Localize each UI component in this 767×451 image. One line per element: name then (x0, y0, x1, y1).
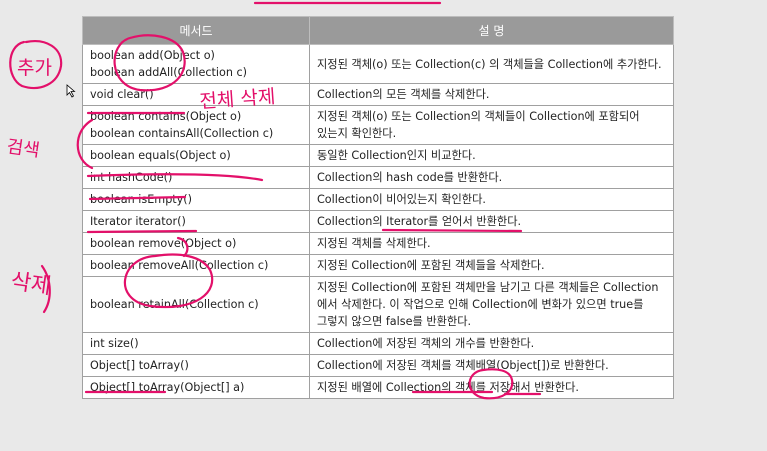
method-signature: boolean contains(Object o) (90, 110, 242, 123)
delete-bracket (40, 264, 51, 314)
table-row: Object[] toArray() Collection에 저장된 객체를 객체… (82, 354, 674, 377)
method-cell: boolean isEmpty() (82, 188, 310, 211)
method-description: 지정된 객체(o) 또는 Collection(c) 의 객체들을 Collec… (317, 57, 662, 71)
method-description: 지정된 배열에 Collection의 객체를 저장해서 반환한다. (317, 381, 579, 394)
table-row: Object[] toArray(Object[] a) 지정된 배열에 Coll… (82, 376, 674, 399)
method-signature: Object[] toArray(Object[] a) (90, 381, 245, 394)
description-cell: Collection이 비어있는지 확인한다. (309, 188, 674, 211)
method-description: Collection의 모든 객체를 삭제한다. (317, 88, 490, 101)
table-row: Iterator iterator() Collection의 Iterator를… (82, 210, 674, 233)
description-cell: Collection의 hash code를 반환한다. (309, 166, 674, 189)
description-cell: 지정된 Collection에 포함된 객체만을 남기고 다른 객체들은 Col… (309, 276, 674, 333)
delete-note: 삭제 (9, 269, 53, 299)
table-row: boolean retainAll(Collection c) 지정된 Colle… (82, 276, 674, 333)
table-row: boolean contains(Object o) boolean contai… (82, 105, 674, 145)
table-row: int hashCode() Collection의 hash code를 반환한… (82, 166, 674, 189)
description-cell: 지정된 Collection에 포함된 객체들을 삭제한다. (309, 254, 674, 277)
method-cell: Iterator iterator() (82, 210, 310, 233)
method-column-header: 메서드 (82, 16, 310, 45)
table-row: boolean removeAll(Collection c) 지정된 Colle… (82, 254, 674, 277)
table-row: boolean isEmpty() Collection이 비어있는지 확인한다. (82, 188, 674, 211)
description-column-header: 설 명 (309, 16, 674, 45)
description-cell: 지정된 객체(o) 또는 Collection의 객체들이 Collection… (309, 105, 674, 145)
method-description: Collection의 Iterator를 얻어서 반환한다. (317, 215, 522, 228)
method-signature: boolean retainAll(Collection c) (90, 298, 259, 311)
method-cell: boolean contains(Object o) boolean contai… (82, 105, 310, 145)
method-signature: boolean containsAll(Collection c) (90, 127, 274, 140)
method-cell: boolean equals(Object o) (82, 144, 310, 167)
table-row: boolean equals(Object o) 동일한 Collection인지… (82, 144, 674, 167)
method-cell: void clear() (82, 83, 310, 106)
method-signature: boolean remove(Object o) (90, 237, 237, 250)
description-cell: 지정된 객체(o) 또는 Collection(c) 의 객체들을 Collec… (309, 44, 674, 84)
table-row: int size() Collection에 저장된 객체의 개수를 반환한다. (82, 332, 674, 355)
description-cell: Collection의 모든 객체를 삭제한다. (309, 83, 674, 106)
method-cell: Object[] toArray(Object[] a) (82, 376, 310, 399)
method-description: Collection에 저장된 객체의 개수를 반환한다. (317, 337, 535, 350)
description-cell: Collection의 Iterator를 얻어서 반환한다. (309, 210, 674, 233)
method-signature: boolean removeAll(Collection c) (90, 259, 269, 272)
description-cell: 동일한 Collection인지 비교한다. (309, 144, 674, 167)
lecture-slide: 메서드 설 명 boolean add(Object o) boolean add… (0, 0, 767, 451)
method-description: 지정된 Collection에 포함된 객체만을 남기고 다른 객체들은 Col… (317, 281, 659, 328)
description-cell: Collection에 저장된 객체를 객체배열(Object[])로 반환한다… (309, 354, 674, 377)
method-cell: boolean add(Object o) boolean addAll(Coll… (82, 44, 310, 84)
method-signature: boolean isEmpty() (90, 193, 193, 206)
method-signature: void clear() (90, 88, 154, 101)
method-cell: boolean remove(Object o) (82, 232, 310, 255)
table-body: boolean add(Object o) boolean addAll(Coll… (82, 44, 674, 399)
method-cell: boolean removeAll(Collection c) (82, 254, 310, 277)
method-signature: Iterator iterator() (90, 215, 186, 228)
method-description: Collection의 hash code를 반환한다. (317, 171, 503, 184)
method-signature: Object[] toArray() (90, 359, 189, 372)
mouse-cursor-icon (66, 84, 76, 98)
method-description: 지정된 Collection에 포함된 객체들을 삭제한다. (317, 259, 545, 272)
collection-methods-table: 메서드 설 명 boolean add(Object o) boolean add… (82, 16, 674, 399)
method-signature: boolean addAll(Collection c) (90, 66, 247, 79)
add-note-circle (9, 40, 63, 90)
method-signature: boolean add(Object o) (90, 49, 215, 62)
description-cell: Collection에 저장된 객체의 개수를 반환한다. (309, 332, 674, 355)
method-cell: Object[] toArray() (82, 354, 310, 377)
table-row: boolean remove(Object o) 지정된 객체를 삭제한다. (82, 232, 674, 255)
search-note: 검색 (5, 136, 41, 161)
table-row: void clear() Collection의 모든 객체를 삭제한다. (82, 83, 674, 106)
method-signature: boolean equals(Object o) (90, 149, 231, 162)
method-description: Collection이 비어있는지 확인한다. (317, 193, 486, 206)
method-cell: int hashCode() (82, 166, 310, 189)
method-description: 동일한 Collection인지 비교한다. (317, 149, 476, 162)
method-signature: int hashCode() (90, 171, 173, 184)
method-signature: int size() (90, 337, 139, 350)
method-description: 지정된 객체(o) 또는 Collection의 객체들이 Collection… (317, 110, 640, 140)
method-cell: int size() (82, 332, 310, 355)
method-description: 지정된 객체를 삭제한다. (317, 237, 431, 250)
description-cell: 지정된 배열에 Collection의 객체를 저장해서 반환한다. (309, 376, 674, 399)
method-cell: boolean retainAll(Collection c) (82, 276, 310, 333)
add-note: 추가 (17, 57, 52, 79)
description-cell: 지정된 객체를 삭제한다. (309, 232, 674, 255)
table-row: boolean add(Object o) boolean addAll(Coll… (82, 44, 674, 84)
method-description: Collection에 저장된 객체를 객체배열(Object[])로 반환한다… (317, 359, 609, 372)
table-header-row: 메서드 설 명 (82, 16, 674, 45)
